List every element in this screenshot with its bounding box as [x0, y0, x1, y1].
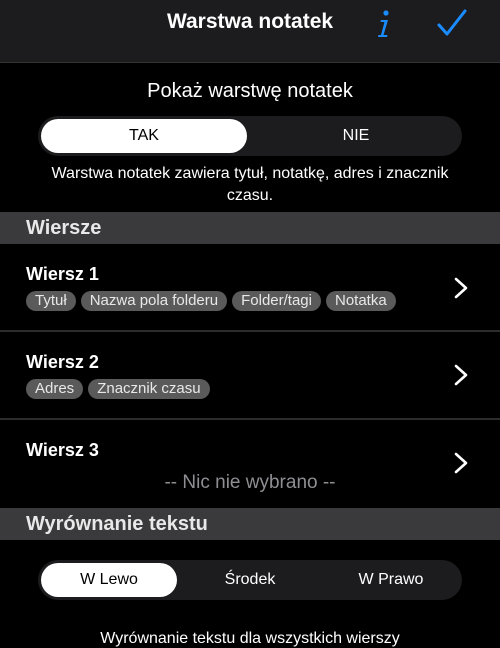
chip: Znacznik czasu — [88, 379, 210, 399]
chevron-right-icon — [454, 364, 468, 386]
align-right-option[interactable]: W Prawo — [320, 560, 462, 600]
nav-bar: Warstwa notatek — [0, 0, 500, 62]
rows-section-header: Wiersze — [0, 212, 500, 244]
row-title: Wiersz 1 — [26, 264, 99, 284]
row-3[interactable]: Wiersz 3 -- Nic nie wybrano -- — [0, 420, 500, 506]
chip: Notatka — [325, 291, 396, 311]
overlay-description: Warstwa notatek zawiera tytuł, notatkę, … — [51, 165, 449, 204]
overlay-option-no[interactable]: NIE — [250, 116, 462, 156]
overlay-toggle: TAK NIE — [38, 116, 462, 156]
row-chips: Tytuł Nazwa pola folderu Folder/tagi Notatk… — [26, 291, 446, 317]
chip: Folder/tagi — [232, 291, 321, 311]
alignment-footer: Wyrównanie tekstu dla wszystkich wierszy — [100, 630, 400, 647]
info-icon[interactable] — [372, 6, 394, 40]
chip: Adres — [26, 379, 84, 399]
row-1[interactable]: Wiersz 1 Tytuł Nazwa pola folderu Folder/t… — [0, 244, 500, 330]
page-title: Warstwa notatek — [166, 10, 334, 33]
row-empty-text: -- Nic nie wybrano -- — [164, 472, 336, 493]
row-2[interactable]: Wiersz 2 Adres Znacznik czasu — [0, 332, 500, 418]
align-center-option[interactable]: Środek — [180, 560, 320, 600]
alignment-section-header: Wyrównanie tekstu — [0, 508, 500, 540]
row-chips: Adres Znacznik czasu — [26, 379, 446, 405]
overlay-option-yes[interactable]: TAK — [41, 119, 247, 153]
row-title: Wiersz 2 — [26, 352, 99, 372]
chevron-right-icon — [454, 277, 468, 299]
nav-divider — [0, 62, 500, 63]
chevron-right-icon — [454, 452, 468, 474]
overlay-heading: Pokaż warstwę notatek — [147, 80, 353, 102]
chip: Nazwa pola folderu — [80, 291, 228, 311]
row-title: Wiersz 3 — [26, 440, 99, 460]
chip: Tytuł — [26, 291, 76, 311]
alignment-toggle: W Lewo Środek W Prawo — [38, 560, 462, 600]
checkmark-icon[interactable] — [436, 8, 468, 38]
align-left-option[interactable]: W Lewo — [41, 563, 177, 597]
